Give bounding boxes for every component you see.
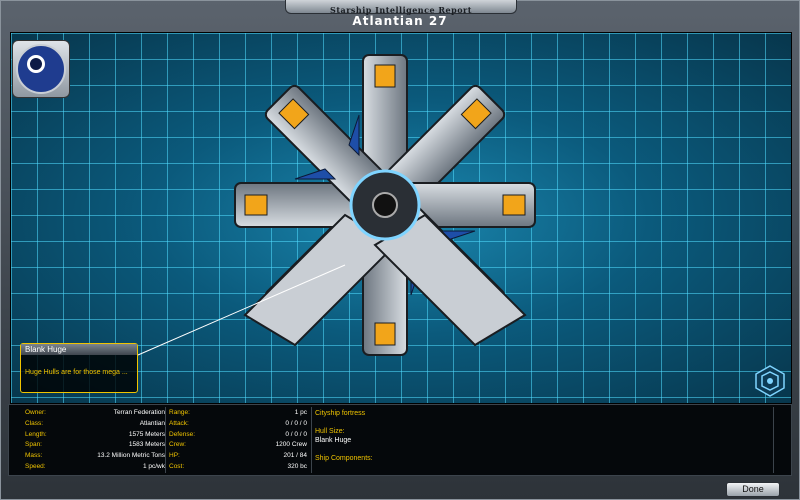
stat-label: Crew: <box>169 441 186 449</box>
stat-value: 13.2 Million Metric Tons <box>97 452 165 460</box>
ship-role: Cityship fortress <box>315 410 366 417</box>
stat-value: 1200 Crew <box>275 441 307 449</box>
done-button[interactable]: Done <box>726 482 780 497</box>
stat-row: Length: 1575 Meters <box>25 430 165 441</box>
ship-info-panel: Owner: Terran Federation Class: Atlantian … <box>8 404 792 476</box>
stat-label: Owner: <box>25 409 46 416</box>
stats-middle: Range: 1 pc Attack: 0 / 0 / 0 Defense: 0 / … <box>169 408 307 473</box>
stat-row: Speed: 1 pc/wk <box>25 462 165 473</box>
stat-value: 201 / 84 <box>283 452 308 460</box>
ship-core-inner <box>372 192 398 218</box>
callout-description: Huge Hulls are for those mega ... <box>25 369 128 376</box>
stat-label: Attack: <box>169 419 189 427</box>
stat-row: Owner: Terran Federation <box>25 408 165 419</box>
window-title-tab: Starship Intelligence Report <box>285 0 517 15</box>
stat-row: Span: 1583 Meters <box>25 440 165 451</box>
column-divider <box>773 407 774 473</box>
stat-value: 1 pc <box>294 409 307 416</box>
stat-value: 1 pc/wk <box>142 462 165 470</box>
stat-row: Defense: 0 / 0 / 0 <box>169 430 307 441</box>
callout-title: Blank Huge <box>21 344 137 355</box>
stat-row: Cost: 320 bc <box>169 462 307 473</box>
component-callout[interactable]: Blank Huge Huge Hulls are for those mega… <box>20 343 138 393</box>
terran-federation-emblem-icon <box>12 40 70 98</box>
stat-value: 1583 Meters <box>128 441 165 449</box>
stat-value: Terran Federation <box>113 409 165 416</box>
column-divider <box>165 407 166 473</box>
stat-row: Range: 1 pc <box>169 408 307 419</box>
ship-components-label: Ship Components: <box>315 455 373 462</box>
view-rotate-icon[interactable] <box>754 364 786 398</box>
ship-details: Cityship fortress Hull Size: Blank Huge … <box>315 408 715 463</box>
stat-label: Length: <box>25 430 47 438</box>
hull-size-label: Hull Size: <box>315 428 345 435</box>
stat-label: Span: <box>25 441 42 449</box>
stat-value: Atlantian <box>139 419 165 427</box>
stat-label: Class: <box>25 419 44 427</box>
stat-label: Defense: <box>169 430 196 438</box>
stat-label: HP: <box>169 452 180 460</box>
stat-label: Range: <box>169 409 190 416</box>
column-divider <box>311 407 312 473</box>
stat-label: Cost: <box>169 462 185 470</box>
hull-size-value: Blank Huge <box>315 437 352 444</box>
stat-value: 0 / 0 / 0 <box>285 419 307 427</box>
stats-left: Owner: Terran Federation Class: Atlantian … <box>25 408 165 473</box>
emblem-ring <box>27 55 45 73</box>
stat-row: Attack: 0 / 0 / 0 <box>169 419 307 430</box>
stat-value: 320 bc <box>287 462 307 470</box>
ship-model[interactable] <box>160 45 610 400</box>
stat-value: 1575 Meters <box>128 430 165 438</box>
stat-row: Class: Atlantian <box>25 419 165 430</box>
stat-value: 0 / 0 / 0 <box>285 430 307 438</box>
stat-row: Mass: 13.2 Million Metric Tons <box>25 451 165 462</box>
stat-label: Mass: <box>25 452 43 460</box>
stat-row: Crew: 1200 Crew <box>169 440 307 451</box>
stat-label: Speed: <box>25 462 46 470</box>
ship-name: Atlantian 27 <box>352 14 448 28</box>
stat-row: HP: 201 / 84 <box>169 451 307 462</box>
